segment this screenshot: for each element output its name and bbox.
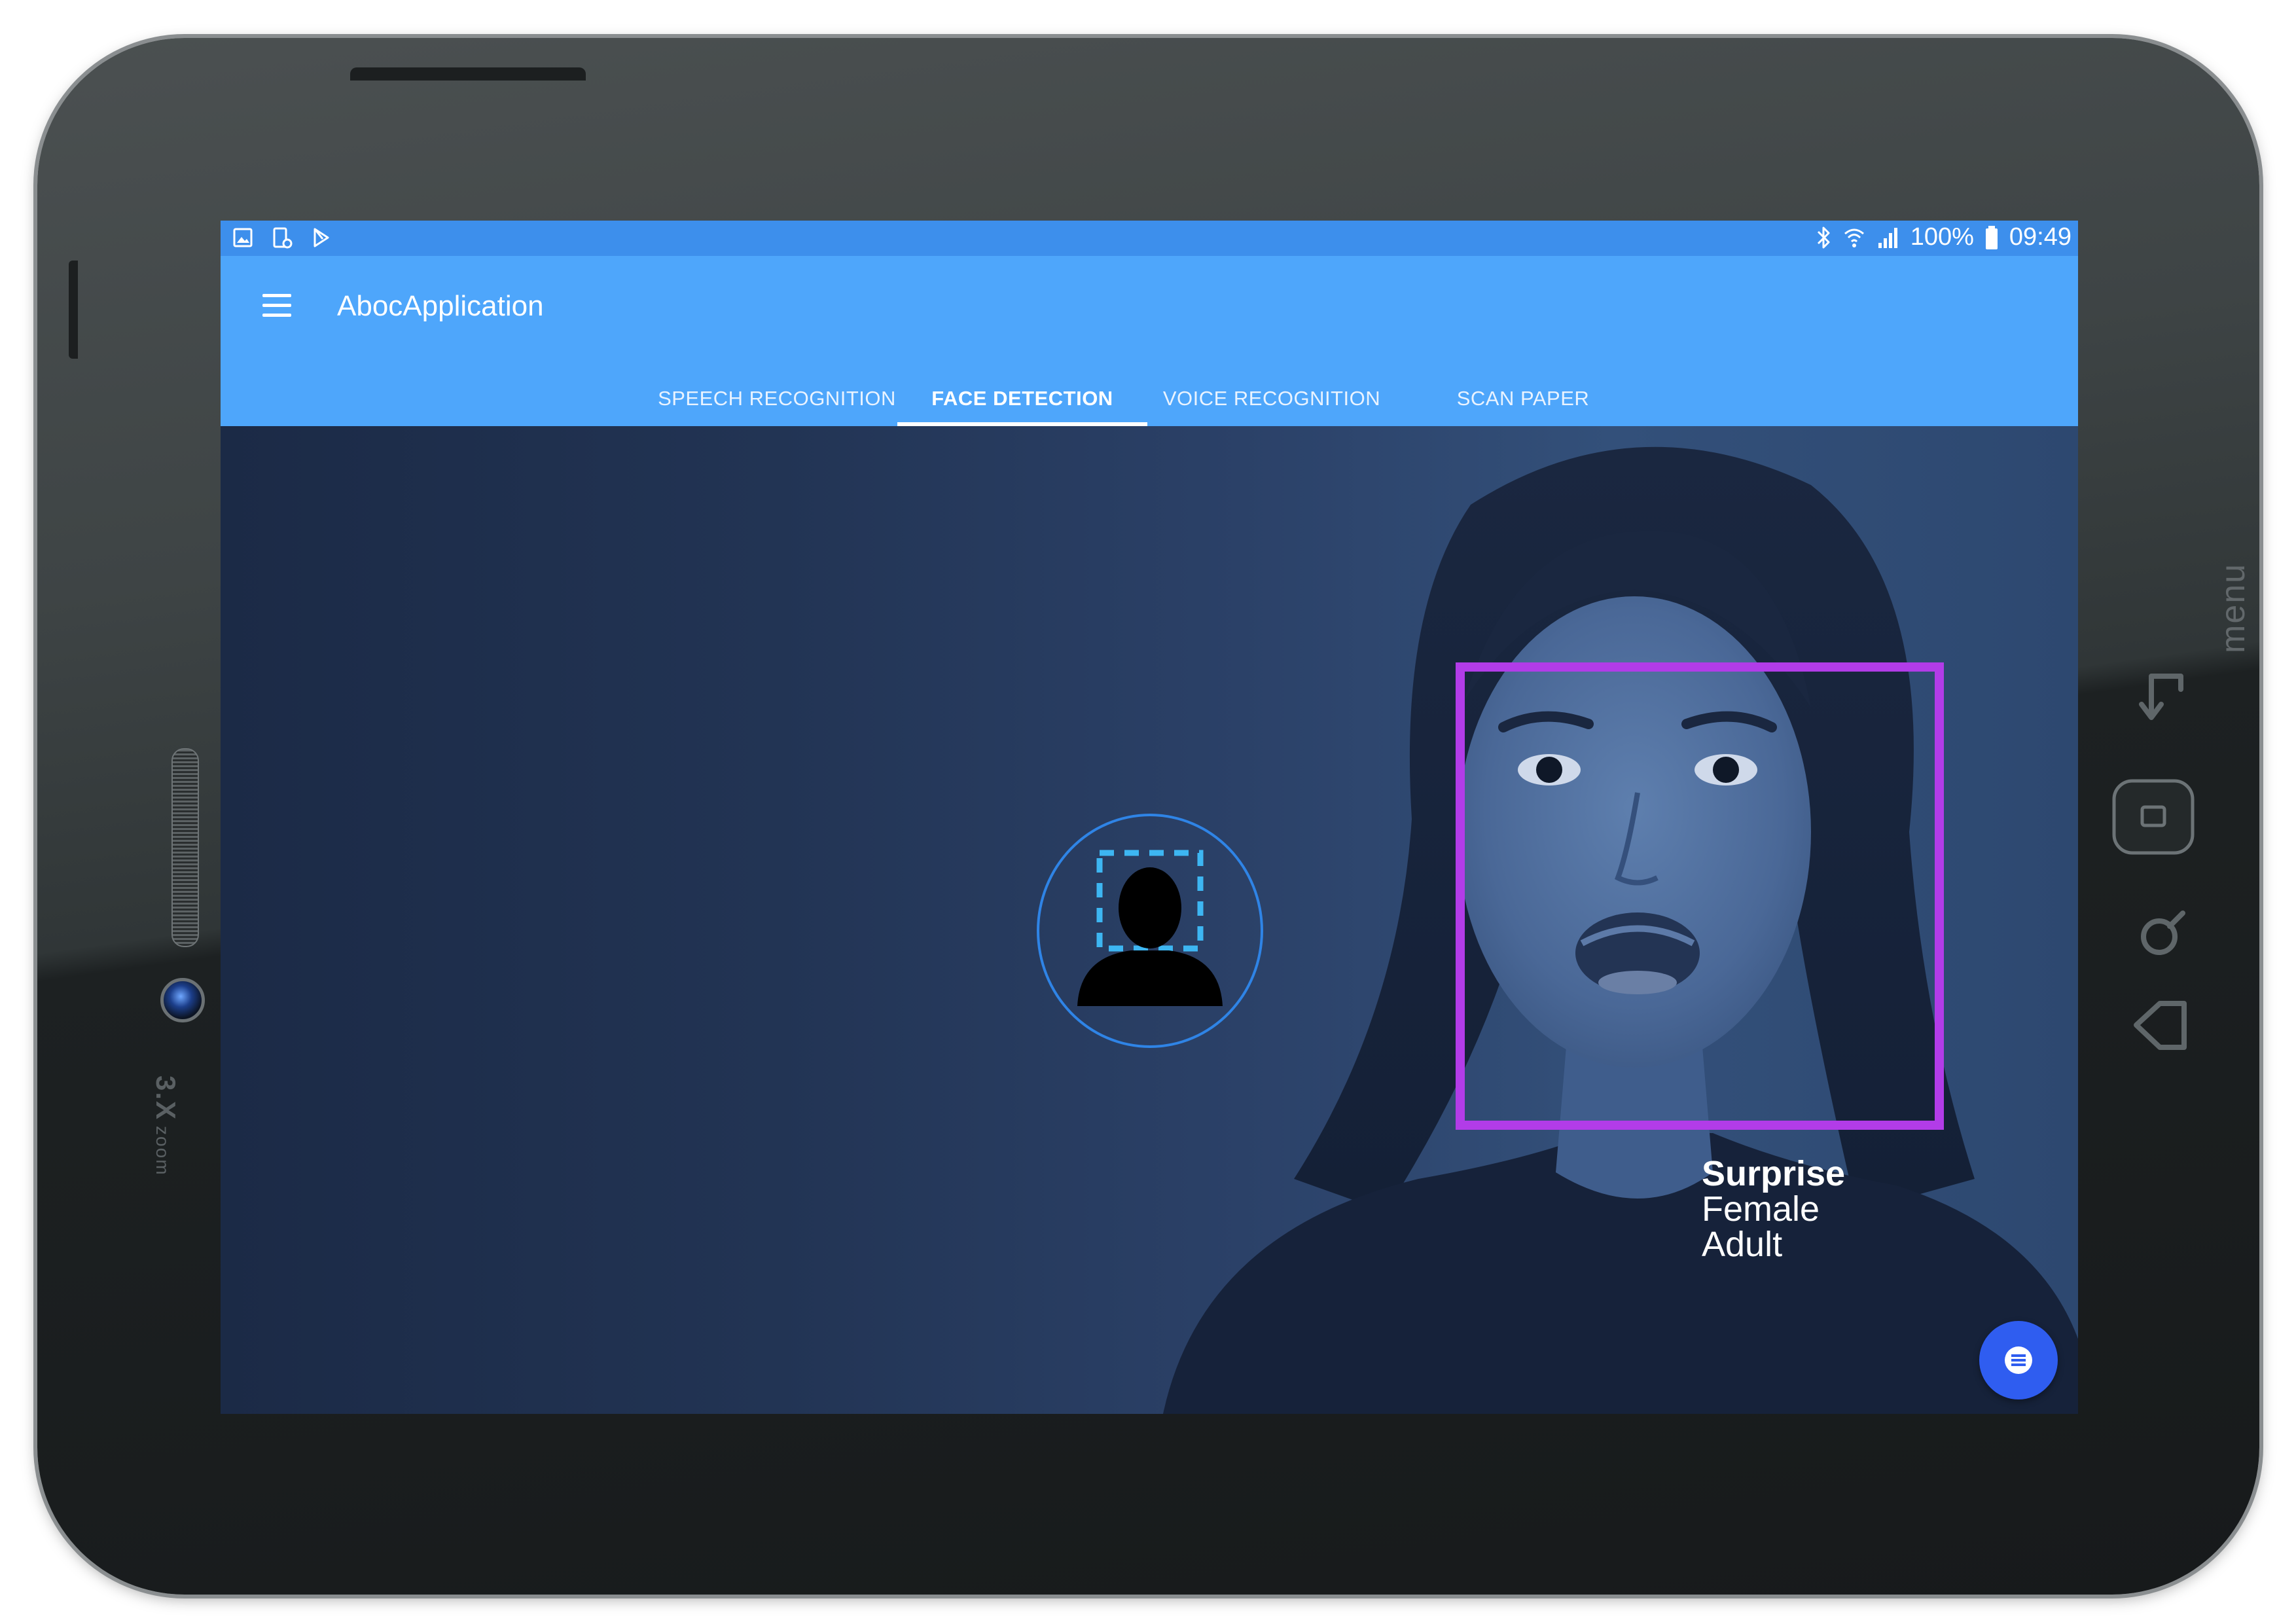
app-title: AbocApplication [337,290,544,322]
face-detect-button[interactable] [1037,814,1263,1048]
volume-button[interactable] [69,261,78,359]
status-time: 09:49 [2009,223,2072,251]
speaker-grille [171,748,199,947]
emotion-label: Surprise [1702,1154,1846,1193]
zoom-badge: 3.X [151,1075,181,1121]
status-left-icons [232,227,332,249]
home-icon [2112,779,2195,855]
camera-preview: Surprise Female Adult [221,426,2078,1414]
hardware-search-button[interactable] [2132,905,2191,964]
front-camera [160,978,205,1022]
play-store-icon [314,228,329,247]
detection-result: Surprise Female Adult [1702,1156,1845,1262]
hardware-home-button[interactable] [2111,778,2196,856]
list-icon [2005,1346,2032,1374]
tab-label: SPEECH RECOGNITION [658,386,896,410]
list-fab-button[interactable] [1979,1321,2058,1399]
tablet-screen: 100% 09:49 AbocApplication SPEECH RECOGN… [221,221,2078,1414]
hardware-return-button[interactable] [2132,666,2191,725]
power-button[interactable] [350,67,586,81]
hardware-back-button[interactable] [2128,994,2194,1059]
tab-face-detection[interactable]: FACE DETECTION [897,370,1147,426]
face-scan-icon [1077,850,1223,1006]
status-bar: 100% 09:49 [221,221,2078,256]
tab-label: VOICE RECOGNITION [1162,386,1381,410]
bluetooth-icon [1817,226,1830,248]
tab-speech-recognition[interactable]: SPEECH RECOGNITION [653,370,901,426]
tab-label: SCAN PAPER [1456,386,1590,410]
signal-icon [1878,227,1897,248]
battery-percentage: 100% [1910,223,1974,251]
age-label: Adult [1702,1225,1783,1264]
search-icon [2141,911,2185,955]
hardware-menu-label: menu [2214,562,2252,653]
wifi-icon [1844,228,1864,247]
device-settings-icon [273,227,293,249]
face-bounding-box [1456,662,1944,1130]
battery-icon [1985,225,1998,249]
zoom-label: 3.X zoom [150,1075,181,1176]
app-bar: AbocApplication SPEECH RECOGNITION FACE … [221,256,2078,426]
return-icon [2139,674,2183,720]
tab-voice-recognition[interactable]: VOICE RECOGNITION [1147,370,1396,426]
tab-bar: SPEECH RECOGNITION FACE DETECTION VOICE … [221,370,2078,426]
back-icon [2134,1001,2187,1050]
zoom-word: zoom [152,1126,173,1176]
tab-label: FACE DETECTION [931,386,1113,410]
tab-scan-paper[interactable]: SCAN PAPER [1399,370,1647,426]
status-right-area: 100% 09:49 [1815,223,2072,251]
hamburger-menu-icon[interactable] [262,291,291,320]
gender-label: Female [1702,1189,1820,1229]
gallery-icon [233,228,253,247]
